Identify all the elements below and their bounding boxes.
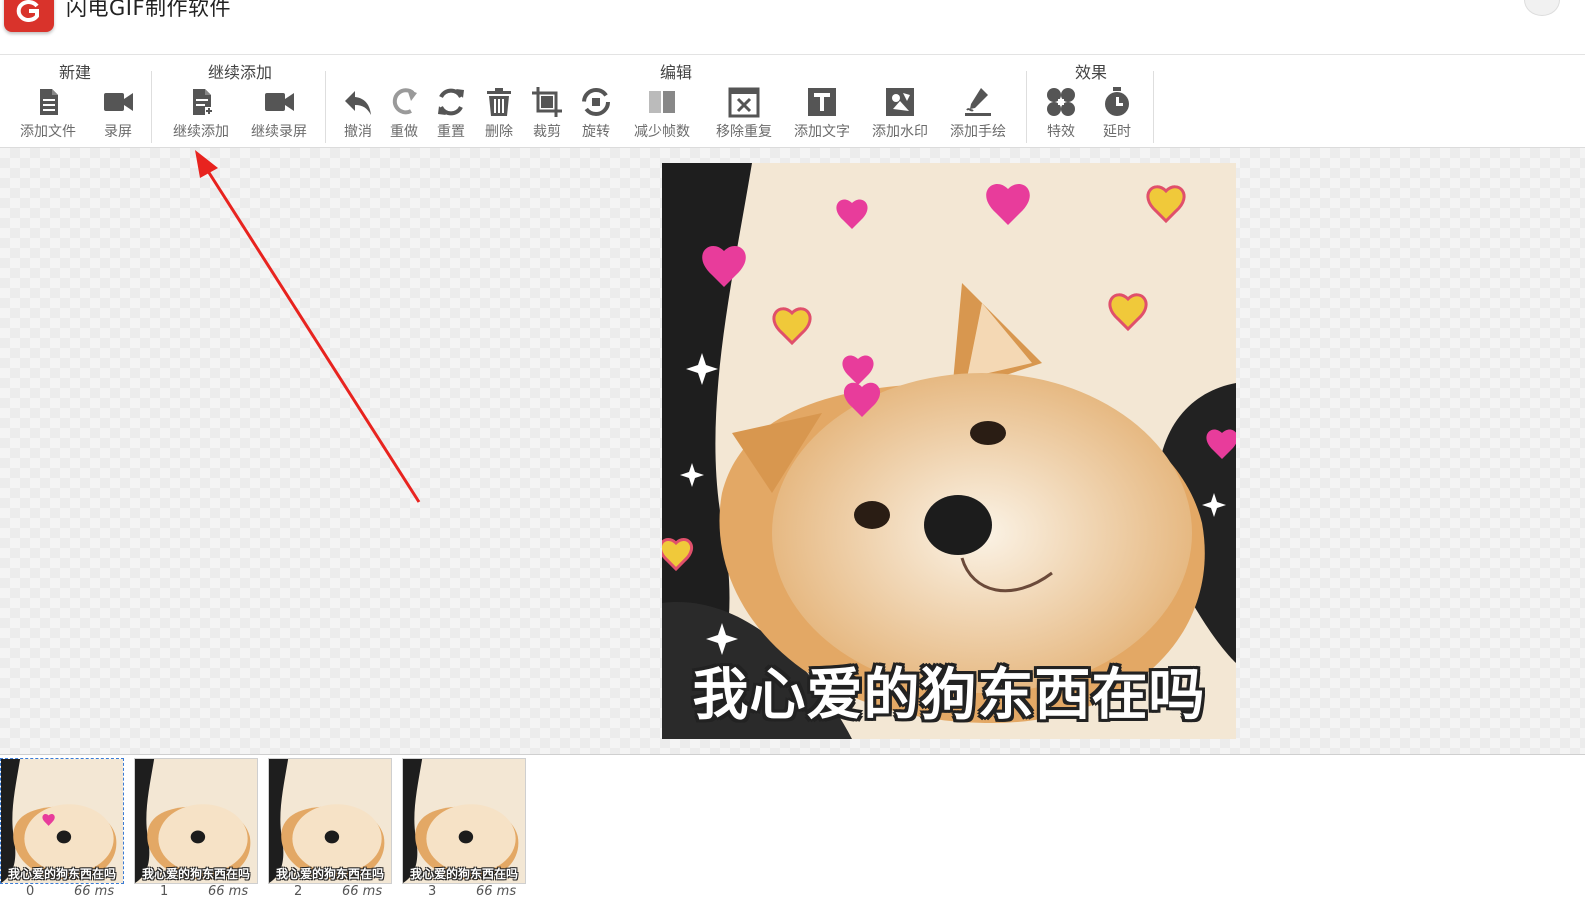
group-title: 效果 <box>1074 63 1107 82</box>
crop-button[interactable]: 裁剪 <box>524 85 570 145</box>
trash-icon <box>487 88 511 116</box>
record-screen-button[interactable]: 录屏 <box>88 85 148 145</box>
effects-button[interactable]: 特效 <box>1036 85 1086 145</box>
tool-label: 继续添加 <box>173 124 229 140</box>
add-watermark-button[interactable]: 添加水印 <box>864 85 936 145</box>
group-edit: 编辑 撤消 重做 重置 删除 裁剪 旋转 减少帧数 移除重复 添加文字 添加水印… <box>330 55 1022 147</box>
frame-duration[interactable]: 66 ms <box>342 884 382 899</box>
frame-thumbnail: 我心爱的狗东西在吗 <box>134 758 258 884</box>
tool-label: 重置 <box>437 124 465 140</box>
tool-label: 录屏 <box>104 124 132 140</box>
toolbar: 新建 添加文件 录屏 继续添加 继续添加 继续录屏 编辑 撤消 重做 重置 删除… <box>0 55 1585 148</box>
tool-label: 添加手绘 <box>950 124 1006 140</box>
text-icon <box>808 88 836 116</box>
group-title: 编辑 <box>659 63 692 82</box>
add-file-button[interactable]: 添加文件 <box>16 85 80 145</box>
frame-caption: 我心爱的狗东西在吗 <box>7 867 116 881</box>
group-title: 新建 <box>58 63 91 82</box>
delete-button[interactable]: 删除 <box>476 85 522 145</box>
watermark-icon <box>886 88 914 116</box>
camera-icon <box>265 93 294 111</box>
pen-icon <box>965 88 991 116</box>
effects-icon <box>1047 88 1075 116</box>
gif-preview[interactable]: 我心爱的狗东西在吗 <box>662 163 1236 739</box>
redo-icon <box>392 88 417 115</box>
frame-duration[interactable]: 66 ms <box>74 884 114 899</box>
add-text-button[interactable]: 添加文字 <box>786 85 858 145</box>
group-divider <box>325 71 326 143</box>
remove-duplicate-button[interactable]: 移除重复 <box>708 85 780 145</box>
frame-index: 3 <box>428 884 437 899</box>
reset-button[interactable]: 重置 <box>428 85 474 145</box>
tool-label: 删除 <box>485 124 513 140</box>
rotate-button[interactable]: 旋转 <box>572 85 620 145</box>
tool-label: 特效 <box>1047 124 1075 140</box>
tool-label: 添加文件 <box>20 124 76 140</box>
remove-duplicate-icon <box>728 87 760 118</box>
reduce-frames-icon <box>649 91 675 113</box>
frames-strip: 我心爱的狗东西在吗 0 66 ms 我心爱的狗东西在吗 1 66 ms 我心爱的… <box>0 755 1585 907</box>
tool-label: 添加文字 <box>794 124 850 140</box>
group-divider <box>151 71 152 143</box>
tool-label: 撤消 <box>344 124 372 140</box>
canvas-area: 我心爱的狗东西在吗 <box>0 148 1585 755</box>
tool-label: 减少帧数 <box>634 124 690 140</box>
frame-item[interactable]: 我心爱的狗东西在吗 2 66 ms <box>268 758 392 899</box>
frame-index: 0 <box>26 884 35 899</box>
frame-thumbnail: 我心爱的狗东西在吗 <box>402 758 526 884</box>
tool-label: 重做 <box>390 124 418 140</box>
camera-icon <box>104 93 133 111</box>
continue-add-button[interactable]: 继续添加 <box>166 85 236 145</box>
frame-index: 2 <box>294 884 303 899</box>
continue-record-button[interactable]: 继续录屏 <box>244 85 314 145</box>
file-add-icon <box>193 89 213 115</box>
undo-icon <box>345 91 371 115</box>
tool-label: 移除重复 <box>716 124 772 140</box>
frame-thumbnail: 我心爱的狗东西在吗 <box>268 758 392 884</box>
window-control-button[interactable] <box>1524 0 1560 16</box>
frame-caption: 我心爱的狗东西在吗 <box>141 867 250 881</box>
reduce-frames-button[interactable]: 减少帧数 <box>626 85 698 145</box>
frame-duration[interactable]: 66 ms <box>476 884 516 899</box>
frame-index: 1 <box>160 884 169 899</box>
frame-item[interactable]: 我心爱的狗东西在吗 0 66 ms <box>0 758 124 899</box>
group-new: 新建 添加文件 录屏 <box>10 55 140 147</box>
group-divider <box>1026 71 1027 143</box>
tool-label: 旋转 <box>582 124 610 140</box>
frame-caption: 我心爱的狗东西在吗 <box>409 867 518 881</box>
undo-button[interactable]: 撤消 <box>336 85 380 145</box>
redo-button[interactable]: 重做 <box>382 85 426 145</box>
group-title: 继续添加 <box>207 63 272 82</box>
delay-button[interactable]: 延时 <box>1092 85 1142 145</box>
group-divider <box>1153 71 1154 143</box>
app-logo <box>4 0 54 32</box>
add-drawing-button[interactable]: 添加手绘 <box>942 85 1014 145</box>
tool-label: 继续录屏 <box>251 124 307 140</box>
group-continue: 继续添加 继续添加 继续录屏 <box>160 55 320 147</box>
frame-item[interactable]: 我心爱的狗东西在吗 1 66 ms <box>134 758 258 899</box>
title-bar: 闪电GIF制作软件 <box>0 0 1585 55</box>
timer-icon <box>1105 87 1129 116</box>
rotate-icon <box>582 88 610 116</box>
frame-item[interactable]: 我心爱的狗东西在吗 3 66 ms <box>402 758 526 899</box>
refresh-icon <box>438 88 464 116</box>
tool-label: 添加水印 <box>872 124 928 140</box>
tool-label: 延时 <box>1103 124 1131 140</box>
frame-duration[interactable]: 66 ms <box>208 884 248 899</box>
preview-caption: 我心爱的狗东西在吗 <box>692 663 1206 728</box>
frame-caption: 我心爱的狗东西在吗 <box>275 867 384 881</box>
file-icon <box>40 89 58 115</box>
group-effects: 效果 特效 延时 <box>1030 55 1152 147</box>
app-title: 闪电GIF制作软件 <box>66 0 232 20</box>
tool-label: 裁剪 <box>533 124 561 140</box>
frame-thumbnail: 我心爱的狗东西在吗 <box>0 758 124 884</box>
crop-icon <box>532 87 562 117</box>
